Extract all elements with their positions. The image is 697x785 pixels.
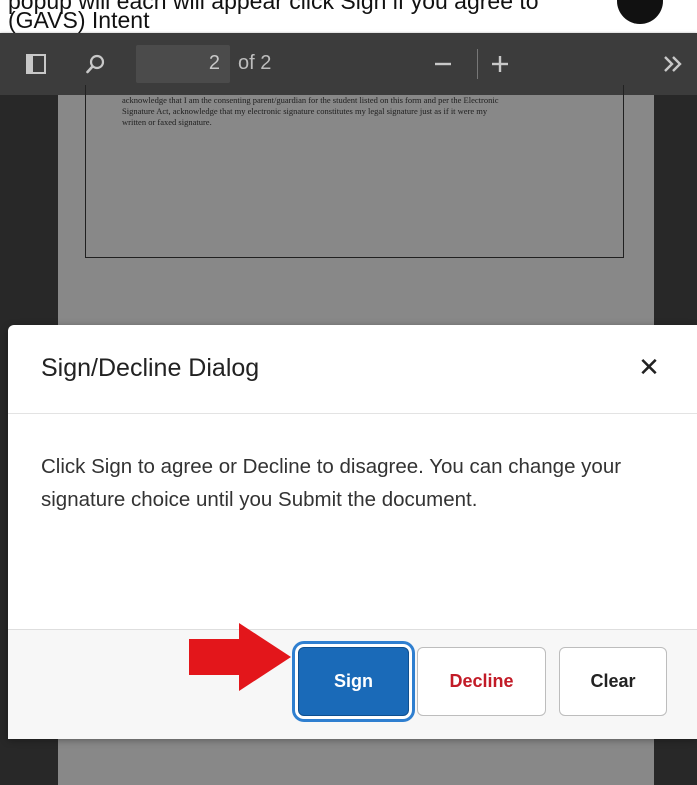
dialog-message: Click Sign to agree or Decline to disagr… [41,455,622,511]
instruction-caption: popup will each will appear click Sign i… [0,0,697,33]
zoom-in-icon[interactable] [485,49,515,79]
sidebar-toggle-icon[interactable] [21,49,51,79]
page-number-input[interactable]: 2 [136,45,230,83]
zoom-divider [477,49,478,79]
search-icon[interactable] [81,49,111,79]
more-tools-icon[interactable] [658,49,688,79]
red-arrow-icon [189,623,291,691]
sign-decline-dialog: Sign/Decline Dialog ✕ Click Sign to agre… [8,325,697,739]
dialog-footer: Sign Decline Clear [8,629,697,739]
current-page-value: 2 [208,52,220,74]
dialog-title: Sign/Decline Dialog [41,354,260,382]
sign-button[interactable]: Sign [298,647,409,716]
caption-corner-graphic [617,0,663,24]
page-count-label: of 2 [238,52,272,74]
clear-button[interactable]: Clear [559,647,667,716]
decline-button[interactable]: Decline [417,647,546,716]
caption-line-2: (GAVS) Intent [8,7,150,33]
close-icon[interactable]: ✕ [635,353,663,381]
dialog-header: Sign/Decline Dialog ✕ [8,325,697,414]
zoom-out-icon[interactable] [428,49,458,79]
